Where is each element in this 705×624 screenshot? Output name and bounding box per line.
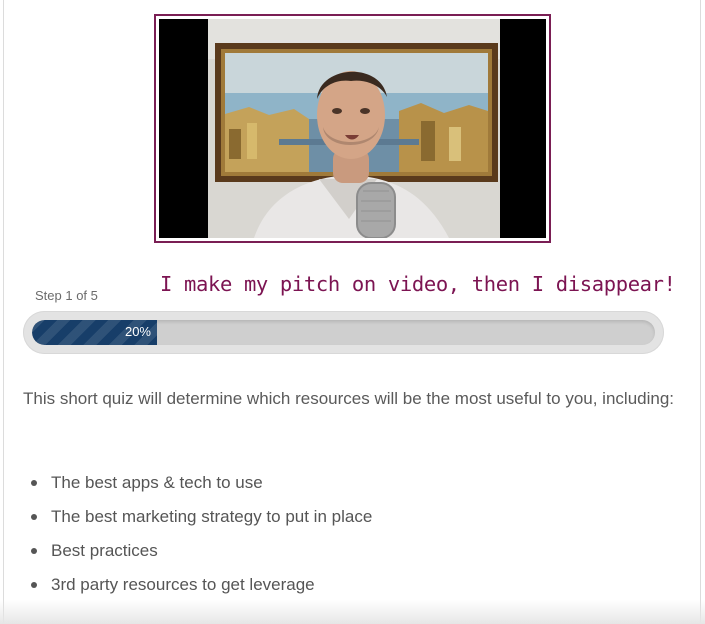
bullet-icon (31, 548, 37, 554)
page-bottom-shadow (0, 600, 705, 624)
video-caption: I make my pitch on video, then I disappe… (160, 272, 676, 296)
intro-paragraph: This short quiz will determine which res… (23, 389, 675, 408)
list-item-text: The best marketing strategy to put in pl… (51, 507, 373, 526)
bullet-icon (31, 514, 37, 520)
progress-percent: 20% (124, 324, 151, 339)
bullet-icon (31, 480, 37, 486)
progress-bar: 20% (23, 311, 664, 354)
list-item: The best marketing strategy to put in pl… (23, 504, 372, 538)
step-indicator: Step 1 of 5 (35, 288, 98, 303)
progress-bar-track: 20% (32, 320, 655, 345)
video-frame-image[interactable] (159, 19, 546, 238)
page-border-right (700, 0, 701, 624)
list-item: Best practices (23, 538, 372, 572)
bullet-icon (31, 582, 37, 588)
page-border-left (3, 0, 4, 624)
progress-bar-fill: 20% (32, 320, 157, 345)
list-item-text: Best practices (51, 541, 158, 560)
list-item: The best apps & tech to use (23, 470, 372, 504)
list-item-text: The best apps & tech to use (51, 473, 263, 492)
resource-list: The best apps & tech to use The best mar… (23, 470, 372, 606)
video-player[interactable] (154, 14, 551, 243)
list-item-text: 3rd party resources to get leverage (51, 575, 315, 594)
